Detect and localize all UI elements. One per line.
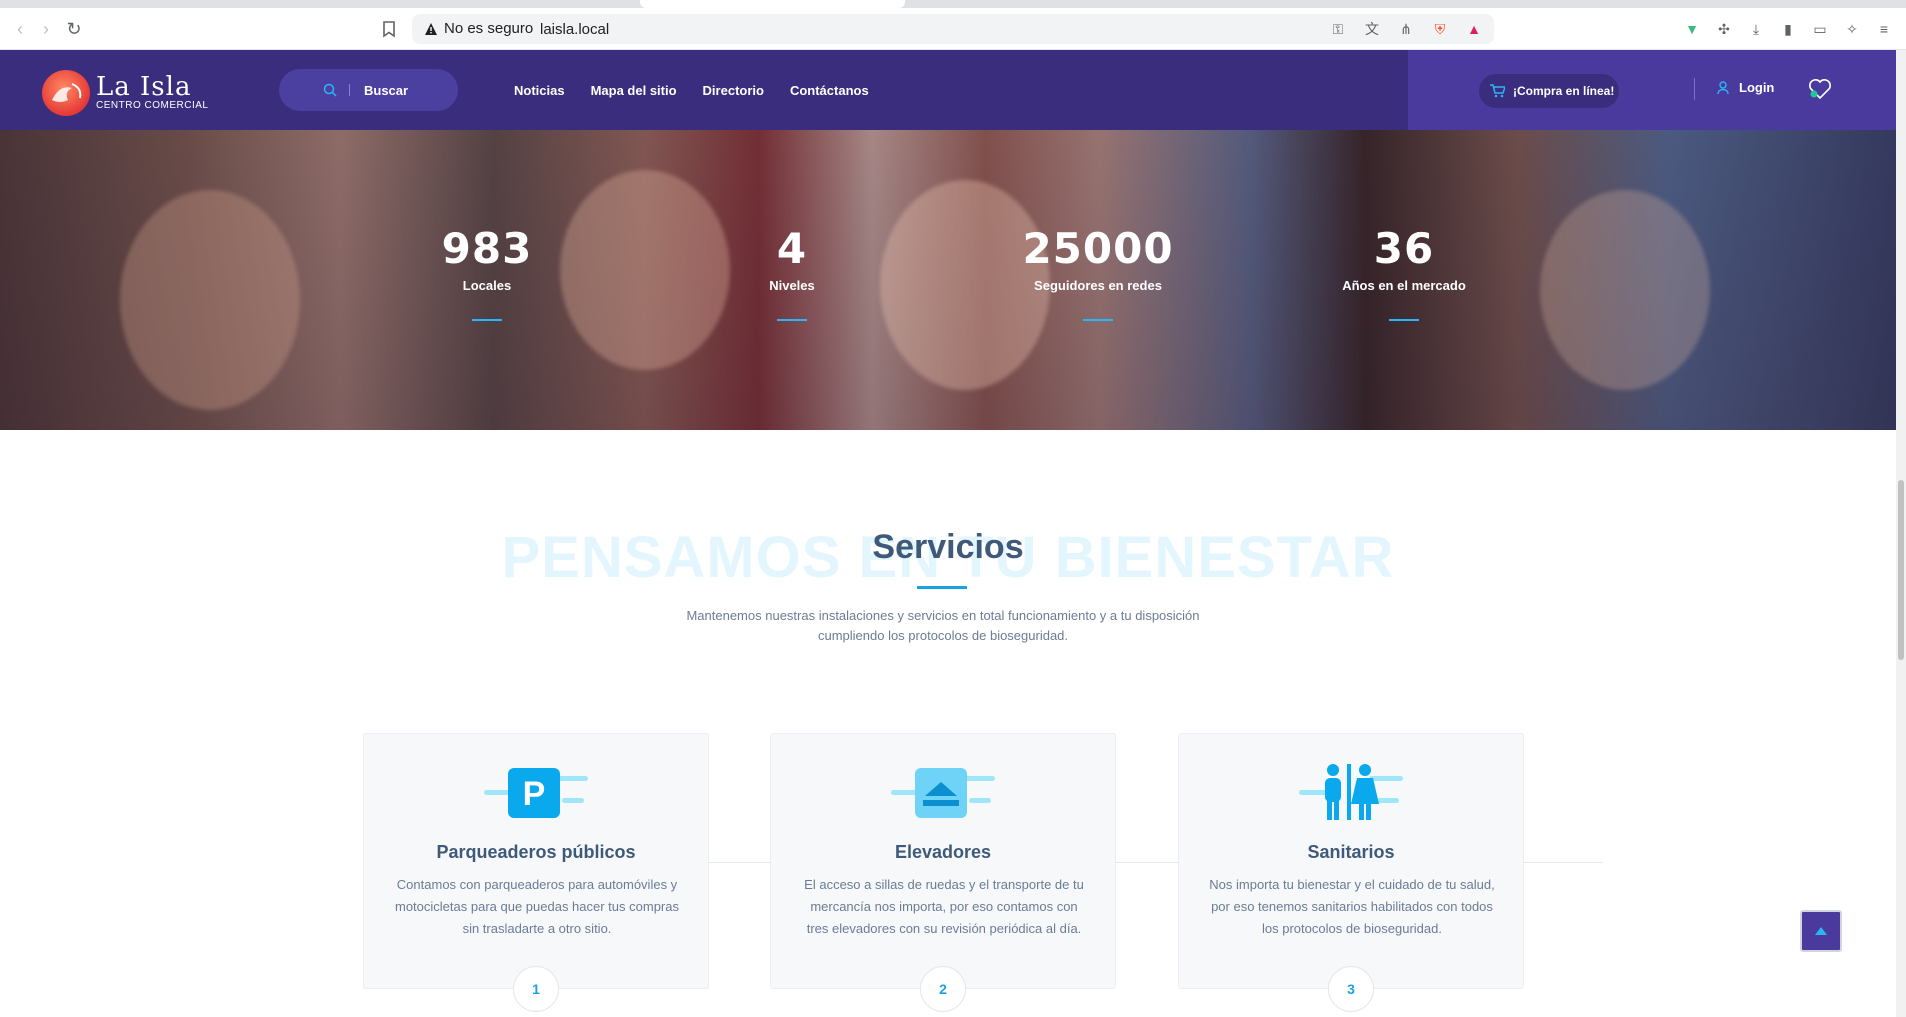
stat-underline: [472, 319, 502, 321]
sidebar-icon[interactable]: ▮: [1778, 19, 1798, 39]
services-title: Servicios: [872, 528, 1024, 566]
warning-icon: [425, 22, 437, 35]
search-button[interactable]: Buscar: [279, 69, 458, 111]
card-title: Parqueaderos públicos: [436, 842, 636, 862]
nav-link-noticias[interactable]: Noticias: [514, 83, 565, 98]
logo-mark-icon: [42, 70, 90, 116]
service-card-parking[interactable]: P Parqueaderos públicos Contamos con par…: [363, 733, 709, 1012]
login-label: Login: [1739, 80, 1775, 95]
card-text: Nos importa tu bienestar y el cuidado de…: [1209, 877, 1495, 936]
stat-value: 36: [1373, 224, 1435, 273]
card-number-badge: 2: [920, 966, 966, 1012]
scrollbar-thumb[interactable]: [1898, 480, 1904, 660]
services-description: Mantenemos nuestras instalaciones y serv…: [686, 608, 1200, 643]
scroll-to-top-button[interactable]: [1800, 910, 1842, 952]
back-icon[interactable]: ‹: [8, 17, 32, 41]
search-label: Buscar: [364, 82, 409, 98]
translate-icon[interactable]: 文: [1362, 19, 1382, 39]
download-icon[interactable]: ⤓: [1746, 19, 1766, 39]
main-nav: Noticias Mapa del sitio Directorio Contá…: [514, 83, 869, 98]
svg-text:P: P: [523, 775, 546, 813]
menu-icon[interactable]: ≡: [1874, 19, 1894, 39]
stat-underline: [1389, 319, 1419, 321]
nav-link-mapa[interactable]: Mapa del sitio: [591, 83, 677, 98]
elevator-icon: [891, 768, 995, 818]
login-button[interactable]: Login: [1717, 80, 1774, 95]
stat-value: 25000: [1022, 224, 1174, 273]
header-divider: [1694, 78, 1695, 100]
restroom-icon: [1299, 764, 1403, 820]
share-icon[interactable]: ⋔: [1396, 19, 1416, 39]
browser-toolbar: ‹ › ↻ No es seguro laisla.local ⚿ 文 ⋔ ⛨ …: [0, 8, 1906, 50]
stat-label: Seguidores en redes: [1034, 278, 1162, 293]
key-icon[interactable]: ⚿: [1328, 19, 1348, 39]
brave-shield-icon[interactable]: ⛨: [1430, 19, 1450, 39]
service-card-elevators[interactable]: Elevadores El acceso a sillas de ruedas …: [770, 733, 1116, 1012]
stat-value: 4: [776, 224, 808, 273]
stat-locales: 983 Locales: [387, 226, 587, 321]
stat-underline: [1083, 319, 1113, 321]
bookmark-icon[interactable]: [380, 20, 398, 38]
services-title-underline: [917, 586, 967, 589]
parking-icon: P: [484, 768, 588, 818]
stat-seguidores: 25000 Seguidores en redes: [998, 226, 1198, 321]
stat-value: 983: [441, 224, 533, 273]
nav-link-contacto[interactable]: Contáctanos: [790, 83, 869, 98]
card-title: Elevadores: [894, 842, 992, 862]
extensions-icon[interactable]: ✣: [1714, 19, 1734, 39]
stat-label: Locales: [462, 278, 512, 293]
wallet-icon[interactable]: ▭: [1810, 19, 1830, 39]
arrow-up-icon: [1815, 927, 1827, 935]
stats-hero: 983 Locales 4 Niveles 25000 Seguidores e…: [0, 130, 1896, 430]
card-title: Sanitarios: [1307, 842, 1395, 862]
stat-label: Años en el mercado: [1342, 278, 1466, 293]
leo-ai-icon[interactable]: ✧: [1842, 19, 1862, 39]
stat-niveles: 4 Niveles: [692, 226, 892, 321]
logo-subtitle: CENTRO COMERCIAL: [96, 100, 209, 111]
online-shop-label: ¡Compra en línea!: [1513, 84, 1615, 98]
wishlist-icon[interactable]: [1808, 78, 1832, 100]
cart-icon: [1490, 84, 1505, 98]
stat-anios: 36 Años en el mercado: [1304, 226, 1504, 321]
security-indicator[interactable]: No es seguro: [424, 20, 533, 37]
browser-tabstrip: [0, 0, 1906, 8]
user-icon: [1717, 80, 1729, 94]
active-tab[interactable]: [640, 0, 905, 8]
service-card-restrooms[interactable]: Sanitarios Nos importa tu bienestar y el…: [1178, 733, 1524, 1012]
forward-icon[interactable]: ›: [34, 17, 58, 41]
stat-underline: [777, 319, 807, 321]
address-bar[interactable]: No es seguro laisla.local ⚿ 文 ⋔ ⛨ ▲: [412, 14, 1494, 44]
logo-title: La Isla: [96, 72, 192, 102]
security-label: No es seguro: [444, 20, 534, 37]
stat-label: Niveles: [769, 278, 815, 293]
online-shop-button[interactable]: ¡Compra en línea!: [1479, 74, 1619, 108]
card-text: Contamos con parqueaderos para automóvil…: [395, 877, 679, 936]
vue-devtools-icon[interactable]: ▼: [1682, 19, 1702, 39]
nav-link-directorio[interactable]: Directorio: [703, 83, 764, 98]
card-number-badge: 1: [513, 966, 559, 1012]
site-header: La Isla CENTRO COMERCIAL Buscar Noticias…: [0, 50, 1896, 130]
card-text: El acceso a sillas de ruedas y el transp…: [804, 877, 1084, 936]
search-icon: [323, 83, 337, 97]
site-logo[interactable]: La Isla CENTRO COMERCIAL: [42, 70, 208, 116]
brave-rewards-icon[interactable]: ▲: [1464, 19, 1484, 39]
url-text[interactable]: laisla.local: [540, 21, 609, 38]
reload-icon[interactable]: ↻: [62, 17, 86, 41]
search-divider: [349, 84, 350, 96]
card-number-badge: 3: [1328, 966, 1374, 1012]
page-scrollbar[interactable]: [1896, 50, 1906, 1017]
